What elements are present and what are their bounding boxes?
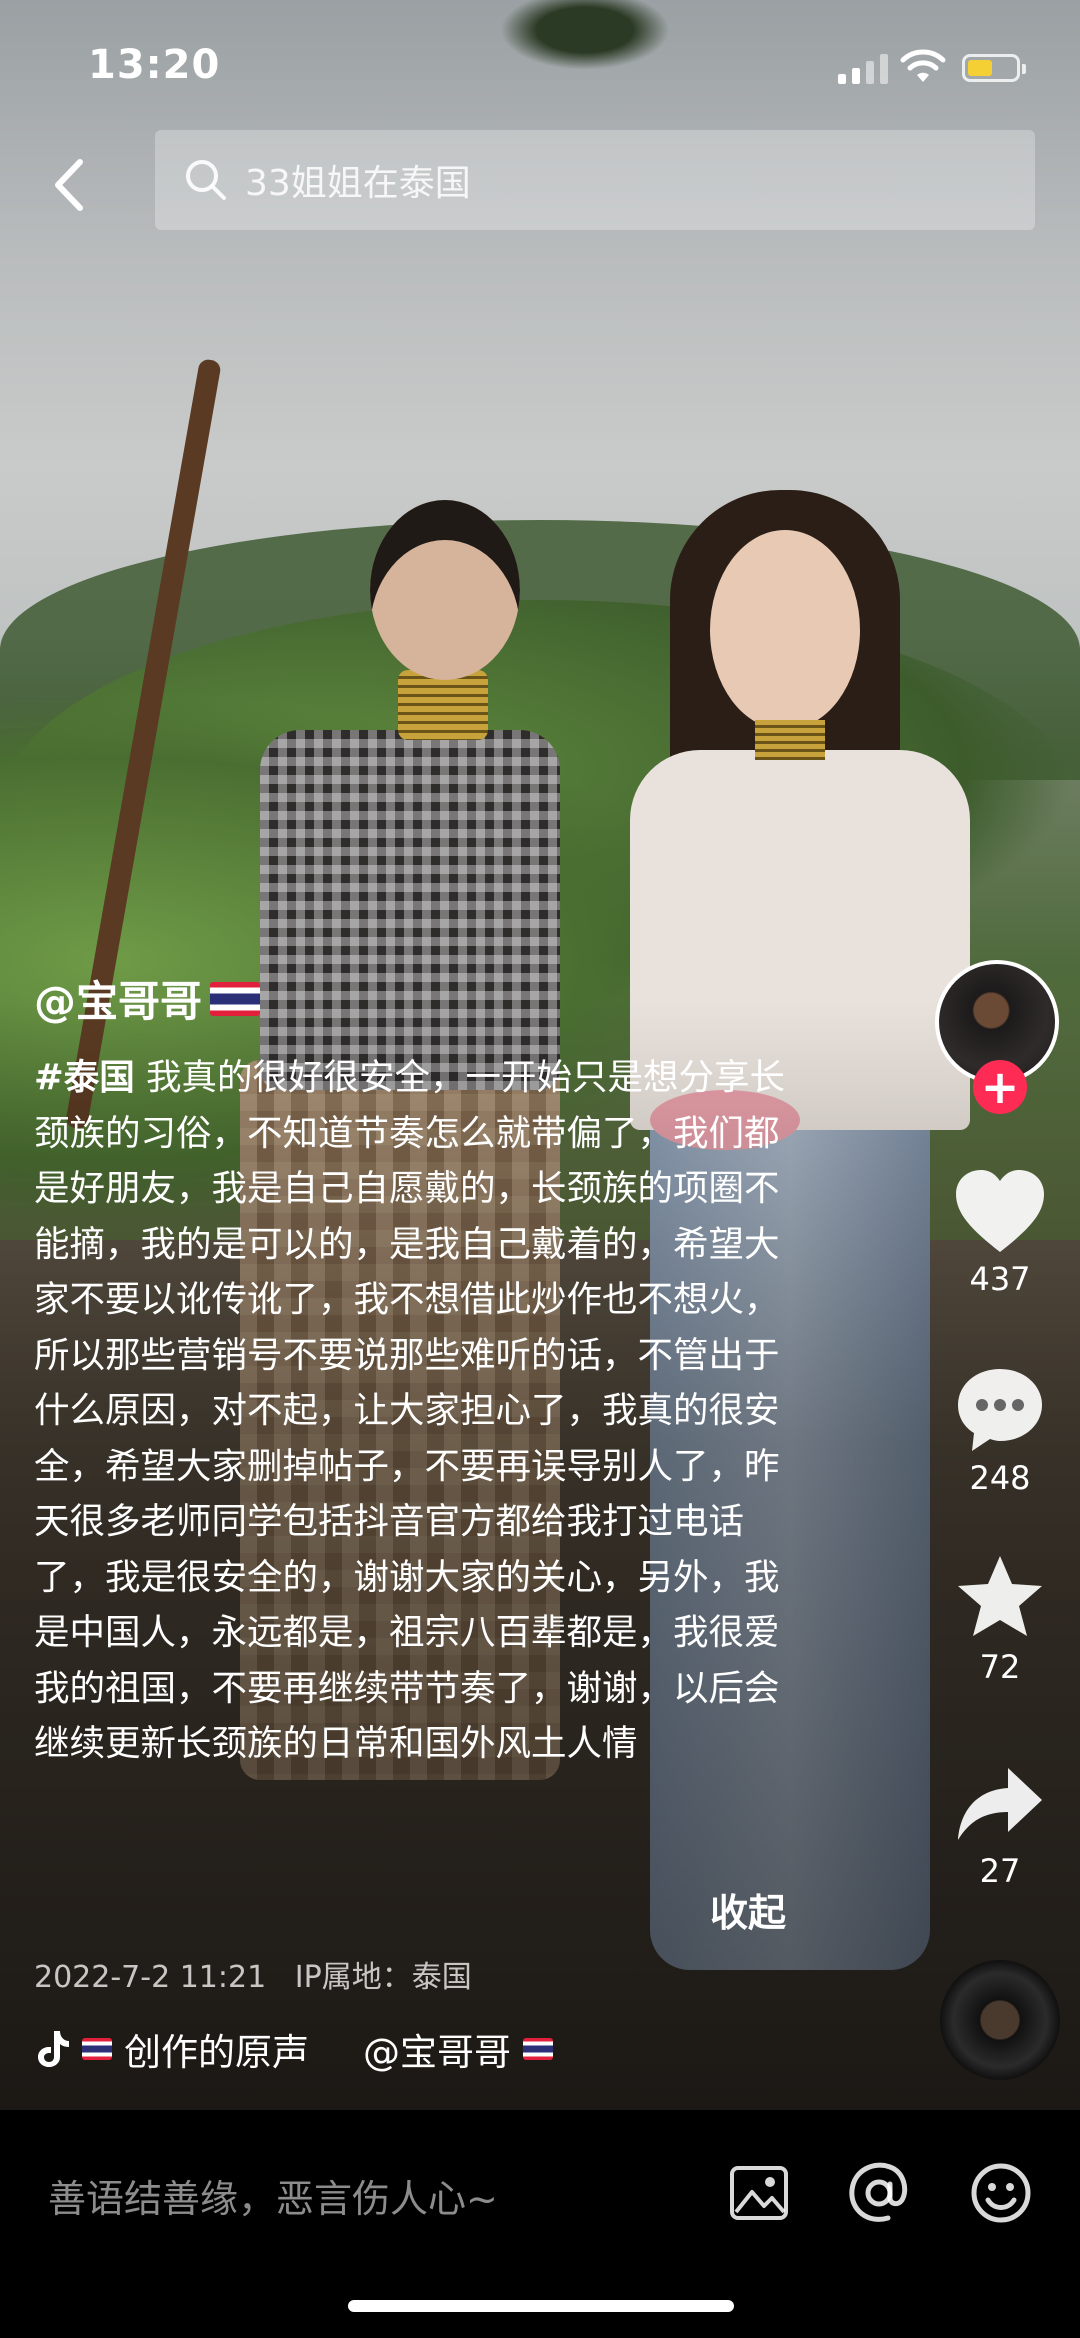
home-indicator[interactable] [348, 2300, 734, 2312]
share-count: 27 [979, 1852, 1021, 1890]
follow-plus-button[interactable]: + [973, 1060, 1027, 1114]
like-button[interactable]: 437 [945, 1168, 1055, 1298]
post-meta: 2022-7-2 11:21 IP属地：泰国 [34, 1952, 472, 1996]
comment-bubble-icon [958, 1369, 1042, 1451]
at-sign-icon[interactable] [846, 2160, 912, 2226]
image-icon[interactable] [726, 2160, 792, 2226]
comment-bar: 善语结善缘，恶言伤人心~ [0, 2110, 1080, 2338]
music-author: @宝哥哥 [363, 2031, 511, 2074]
share-button[interactable]: 27 [945, 1762, 1055, 1890]
music-marquee[interactable]: 创作的原声 @宝哥哥 [34, 2022, 553, 2076]
battery-icon [962, 54, 1026, 82]
thailand-flag-icon [210, 981, 261, 1016]
star-icon [958, 1556, 1042, 1636]
back-arrow-icon[interactable] [40, 150, 110, 220]
like-count: 437 [969, 1260, 1031, 1298]
description-text: 我真的很好很安全，一开始只是想分享长颈族的习俗，不知道节奏怎么就带偏了，我们都是… [34, 1057, 786, 1764]
search-icon [186, 160, 226, 200]
search-bar[interactable]: 33姐姐在泰国 [155, 130, 1035, 230]
wifi-icon [900, 49, 946, 82]
comment-count: 248 [969, 1459, 1031, 1497]
cellular-signal-icon [838, 54, 888, 84]
thailand-flag-icon [82, 2038, 112, 2060]
music-title: 创作的原声 [124, 2031, 309, 2074]
music-disc-button[interactable] [940, 1960, 1060, 2080]
favorite-count: 72 [979, 1648, 1021, 1686]
comment-button[interactable]: 248 [945, 1365, 1055, 1497]
thailand-flag-icon [523, 2038, 553, 2060]
post-date: 2022-7-2 11:21 [34, 1960, 267, 1995]
author-handle[interactable]: @宝哥哥 [34, 968, 202, 1029]
heart-icon [956, 1170, 1044, 1252]
comment-input[interactable]: 善语结善缘，恶言伤人心~ [48, 2168, 498, 2223]
tiktok-note-icon [38, 2031, 69, 2067]
hashtag-link[interactable]: #泰国 [34, 1057, 135, 1098]
status-bar: 13:20 [0, 0, 1080, 130]
emoji-icon[interactable] [968, 2160, 1034, 2226]
author-name[interactable]: @宝哥哥 [34, 968, 261, 1029]
favorite-button[interactable]: 72 [945, 1552, 1055, 1686]
status-time: 13:20 [88, 42, 221, 88]
collapse-button[interactable]: 收起 [710, 1882, 786, 1937]
author-avatar-button[interactable]: + [935, 960, 1065, 1114]
share-arrow-icon [958, 1768, 1042, 1840]
search-query-text: 33姐姐在泰国 [245, 163, 471, 204]
ip-location: IP属地：泰国 [294, 1960, 472, 1995]
video-description: #泰国 我真的很好很安全，一开始只是想分享长颈族的习俗，不知道节奏怎么就带偏了，… [34, 1050, 794, 1850]
